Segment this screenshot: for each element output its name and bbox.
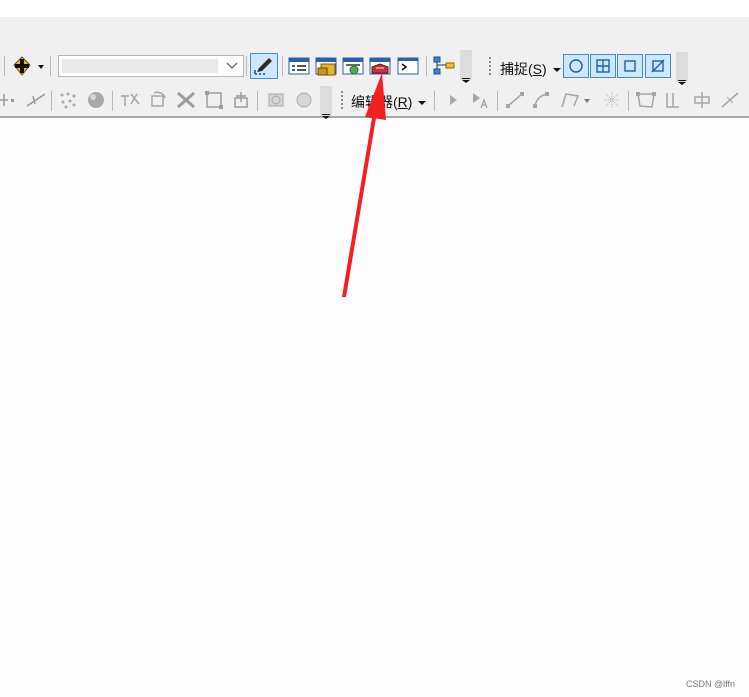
watermark: CSDN @lffn — [686, 679, 735, 689]
annotation-arrow-shaft — [342, 118, 376, 297]
annotation-arrow — [342, 73, 386, 297]
annotation-arrow-head — [365, 73, 386, 120]
